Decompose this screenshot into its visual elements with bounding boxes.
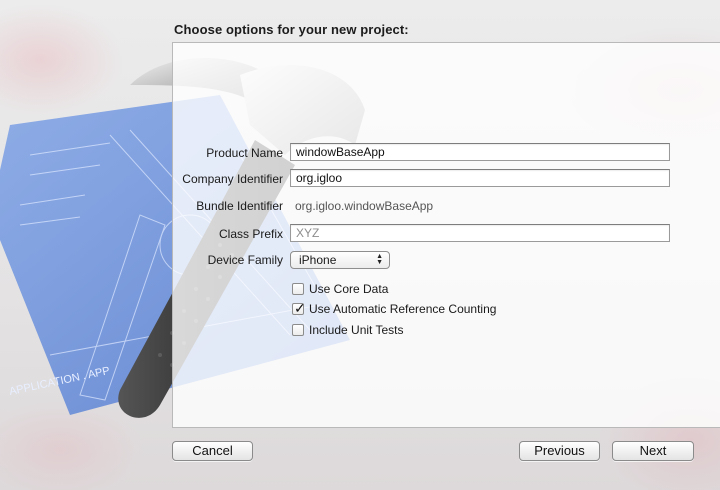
company-identifier-row: Company Identifier — [163, 172, 283, 188]
next-button[interactable]: Next — [612, 441, 694, 461]
class-prefix-label: Class Prefix — [218, 227, 283, 241]
bundle-identifier-value: org.igloo.windowBaseApp — [295, 199, 434, 213]
bundle-identifier-label: Bundle Identifier — [196, 199, 283, 213]
use-core-data-label: Use Core Data — [309, 282, 389, 296]
device-family-label: Device Family — [207, 253, 283, 267]
product-name-input[interactable] — [290, 143, 670, 161]
device-family-value: iPhone — [299, 253, 337, 267]
bundle-identifier-row: Bundle Identifier — [163, 199, 283, 215]
company-identifier-input[interactable] — [290, 169, 670, 187]
class-prefix-input[interactable] — [290, 224, 670, 242]
device-family-select[interactable]: iPhone ▲ ▼ — [290, 251, 390, 269]
device-family-row: Device Family — [163, 253, 283, 269]
dialog-heading: Choose options for your new project: — [174, 22, 409, 37]
include-unit-tests-label: Include Unit Tests — [309, 323, 404, 337]
cancel-button[interactable]: Cancel — [172, 441, 253, 461]
checkbox-box — [292, 283, 304, 295]
include-unit-tests-checkbox[interactable]: Include Unit Tests — [292, 323, 452, 339]
checkmark-icon: ✓ — [294, 300, 306, 316]
checkbox-box: ✓ — [292, 300, 306, 316]
select-arrows-icon: ▲ ▼ — [376, 253, 383, 266]
product-name-row: Product Name — [163, 146, 283, 162]
class-prefix-row: Class Prefix — [163, 227, 283, 243]
company-identifier-label: Company Identifier — [182, 172, 283, 186]
previous-button[interactable]: Previous — [519, 441, 600, 461]
product-name-label: Product Name — [206, 146, 283, 160]
checkbox-box — [292, 324, 304, 336]
use-core-data-checkbox[interactable]: Use Core Data — [292, 282, 452, 298]
use-arc-checkbox[interactable]: ✓ Use Automatic Reference Counting — [292, 300, 512, 318]
use-arc-label: Use Automatic Reference Counting — [309, 302, 497, 316]
